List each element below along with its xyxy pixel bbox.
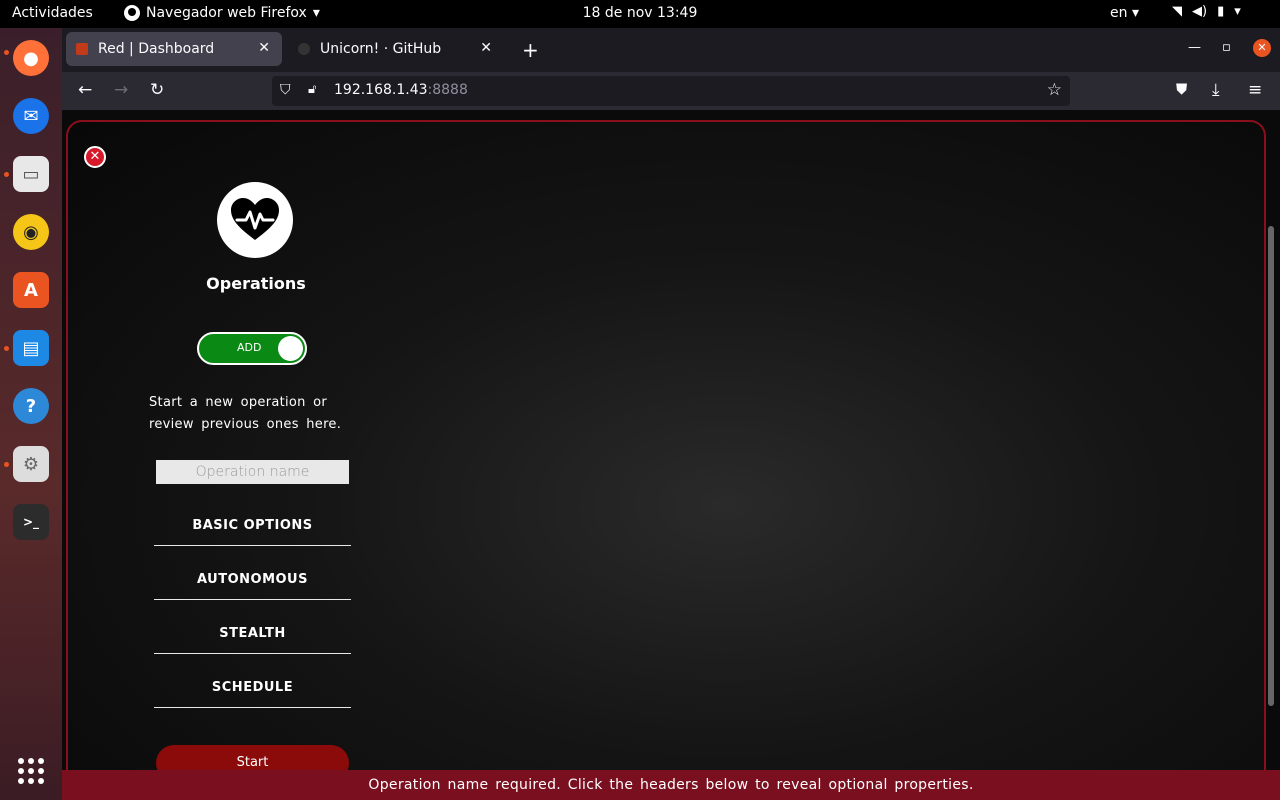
window-close-icon[interactable]: ✕ <box>1253 39 1271 57</box>
running-indicator <box>4 172 9 177</box>
reload-icon[interactable]: ↻ <box>150 80 164 100</box>
section-schedule[interactable]: SCHEDULE <box>154 680 351 708</box>
thunderbird-icon[interactable]: ✉ <box>13 98 49 134</box>
github-favicon-icon <box>298 43 310 55</box>
tab-github[interactable]: Unicorn! · GitHub ✕ <box>288 32 504 66</box>
operation-name-input[interactable] <box>156 460 349 484</box>
firefox-window: Red | Dashboard ✕ Unicorn! · GitHub ✕ + … <box>62 28 1280 800</box>
caret-down-icon: ▾ <box>1131 5 1139 21</box>
rhythmbox-icon[interactable]: ◉ <box>13 214 49 250</box>
url-text: 192.168.1.43:8888 <box>334 82 468 98</box>
section-autonomous[interactable]: AUTONOMOUS <box>154 572 351 600</box>
files-icon[interactable]: ▭ <box>13 156 49 192</box>
add-toggle[interactable]: ADD <box>197 332 307 365</box>
activities-button[interactable]: Actividades <box>12 5 93 21</box>
new-tab-icon[interactable]: + <box>522 38 539 62</box>
firefox-icon[interactable]: ● <box>13 40 49 76</box>
shield-icon[interactable]: ⛉ <box>280 82 291 98</box>
scrollbar[interactable] <box>1268 120 1274 760</box>
bookmark-star-icon[interactable]: ☆ <box>1047 80 1062 100</box>
navigation-bar: ← → ↻ ⛉ 🔓︎ 192.168.1.43:8888 ☆ ⛊ ⤓ ≡ <box>62 72 1280 110</box>
description-text: Start a new operation or review previous… <box>149 395 342 432</box>
tab-label: Unicorn! · GitHub <box>320 41 442 57</box>
red-favicon-icon <box>76 43 88 55</box>
caret-down-icon: ▾ <box>312 5 320 21</box>
downloads-icon[interactable]: ⤓ <box>1212 80 1220 100</box>
operations-modal: ✕ Operations ADD Start a new operation o… <box>66 120 1266 800</box>
app-menu-label: Navegador web Firefox <box>146 5 307 21</box>
url-bar[interactable]: ⛉ 🔓︎ 192.168.1.43:8888 ☆ <box>272 76 1070 106</box>
toggle-label: ADD <box>237 341 262 354</box>
status-bar: Operation name required. Click the heade… <box>62 770 1280 800</box>
insecure-lock-icon[interactable]: 🔓︎ <box>308 82 316 97</box>
heart-pulse-icon <box>217 182 293 258</box>
help-icon[interactable]: ? <box>13 388 49 424</box>
language-selector[interactable]: en ▾ <box>1110 5 1139 21</box>
volume-icon: ◀) <box>1192 4 1208 19</box>
running-indicator <box>4 346 9 351</box>
minimize-icon[interactable]: — <box>1188 40 1201 55</box>
scrollbar-thumb[interactable] <box>1268 226 1274 706</box>
tab-red-dashboard[interactable]: Red | Dashboard ✕ <box>66 32 282 66</box>
firefox-app-icon <box>124 5 140 21</box>
writer-icon[interactable]: ▤ <box>13 330 49 366</box>
running-indicator <box>4 50 9 55</box>
settings-icon[interactable]: ⚙ <box>13 446 49 482</box>
language-label: en <box>1110 5 1128 21</box>
page-title: Operations <box>206 274 306 293</box>
close-tab-icon[interactable]: ✕ <box>480 40 492 56</box>
system-tray[interactable]: ◥ ◀) ▮ ▾ <box>1172 4 1241 19</box>
running-indicator <box>4 462 9 467</box>
section-basic-options[interactable]: BASIC OPTIONS <box>154 518 351 546</box>
menu-icon[interactable]: ≡ <box>1248 80 1262 100</box>
back-icon[interactable]: ← <box>78 80 92 100</box>
app-menu[interactable]: Navegador web Firefox ▾ <box>124 5 320 21</box>
wifi-icon: ◥ <box>1172 4 1182 19</box>
caret-down-icon: ▾ <box>1234 4 1241 19</box>
tab-label: Red | Dashboard <box>98 41 215 57</box>
close-tab-icon[interactable]: ✕ <box>258 40 270 56</box>
clock[interactable]: 18 de nov 13:49 <box>583 5 698 21</box>
section-stealth[interactable]: STEALTH <box>154 626 351 654</box>
battery-icon: ▮ <box>1217 4 1225 19</box>
pocket-icon[interactable]: ⛊ <box>1176 80 1187 98</box>
maximize-icon[interactable]: ▫ <box>1222 40 1231 55</box>
page-content: ✕ Operations ADD Start a new operation o… <box>62 110 1280 800</box>
terminal-icon[interactable]: >_ <box>13 504 49 540</box>
toggle-knob <box>278 336 303 361</box>
show-applications-icon[interactable] <box>18 758 44 784</box>
dock: ● ✉ ▭ ◉ A ▤ ? ⚙ >_ <box>0 28 62 800</box>
system-top-bar: Actividades Navegador web Firefox ▾ 18 d… <box>0 0 1280 28</box>
software-center-icon[interactable]: A <box>13 272 49 308</box>
tab-strip: Red | Dashboard ✕ Unicorn! · GitHub ✕ + … <box>62 28 1280 72</box>
close-modal-icon[interactable]: ✕ <box>84 146 106 168</box>
forward-icon[interactable]: → <box>114 80 128 100</box>
